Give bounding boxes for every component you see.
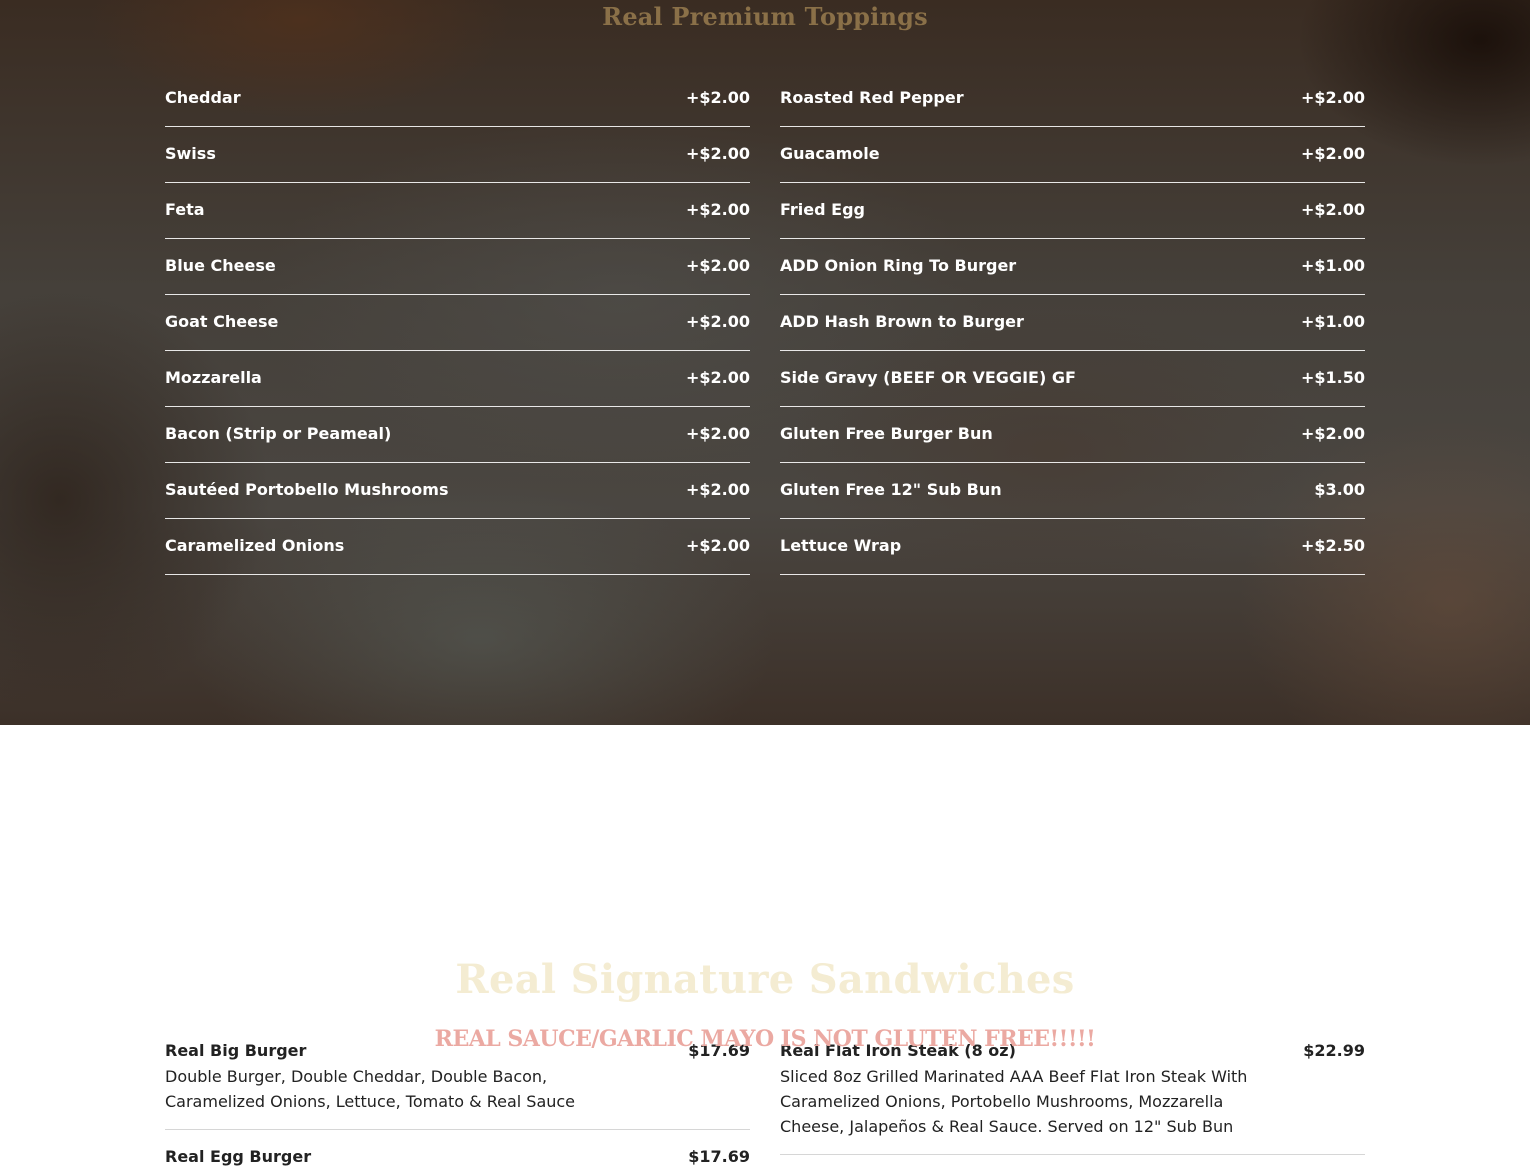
topping-row: Swiss +$2.00 (165, 127, 750, 183)
topping-row: Roasted Red Pepper +$2.00 (780, 71, 1365, 127)
sandwich-description: Double Burger, Double Cheddar, Double Ba… (165, 1067, 576, 1111)
topping-name: Feta (165, 200, 205, 219)
topping-row: Guacamole +$2.00 (780, 127, 1365, 183)
topping-name: Side Gravy (BEEF OR VEGGIE) GF (780, 368, 1076, 387)
topping-price: +$2.50 (1300, 536, 1365, 555)
topping-row: Bacon (Strip or Peameal) +$2.00 (165, 407, 750, 463)
topping-name: Bacon (Strip or Peameal) (165, 424, 392, 443)
topping-row: Gluten Free Burger Bun +$2.00 (780, 407, 1365, 463)
topping-row: Caramelized Onions +$2.00 (165, 519, 750, 575)
topping-name: ADD Hash Brown to Burger (780, 312, 1024, 331)
topping-row: Sautéed Portobello Mushrooms +$2.00 (165, 463, 750, 519)
toppings-title: Real Premium Toppings (602, 2, 928, 31)
topping-price: +$2.00 (685, 536, 750, 555)
topping-price: +$1.00 (1300, 312, 1365, 331)
toppings-list-left: Cheddar +$2.00 Swiss +$2.00 Feta +$2.00 Blue C… (165, 71, 750, 575)
topping-price: +$2.00 (1300, 144, 1365, 163)
topping-row: Goat Cheese +$2.00 (165, 295, 750, 351)
topping-price: +$2.00 (685, 200, 750, 219)
topping-row: Gluten Free 12" Sub Bun $3.00 (780, 463, 1365, 519)
sandwich-header: Real Egg Burger $17.69 (165, 1146, 750, 1168)
topping-name: Swiss (165, 144, 216, 163)
topping-row: Blue Cheese +$2.00 (165, 239, 750, 295)
sandwich-item: Real Flat Iron Steak (8 oz) $22.99 Sliced … (780, 1040, 1365, 1155)
topping-price: +$2.00 (685, 312, 750, 331)
topping-name: Gluten Free Burger Bun (780, 424, 993, 443)
topping-name: Roasted Red Pepper (780, 88, 964, 107)
topping-price: +$2.00 (685, 256, 750, 275)
topping-row: Lettuce Wrap +$2.50 (780, 519, 1365, 575)
topping-price: +$2.00 (685, 88, 750, 107)
topping-price: +$2.00 (1300, 200, 1365, 219)
sandwich-list-left: Real Big Burger $17.69 Double Burger, Doub… (165, 1040, 750, 1174)
topping-name: Goat Cheese (165, 312, 279, 331)
gluten-warning: REAL SAUCE/GARLIC MAYO IS NOT GLUTEN FRE… (434, 1026, 1096, 1052)
topping-price: +$2.00 (1300, 424, 1365, 443)
topping-row: Side Gravy (BEEF OR VEGGIE) GF +$1.50 (780, 351, 1365, 407)
topping-price: +$2.00 (685, 144, 750, 163)
topping-price: $3.00 (1314, 480, 1365, 499)
topping-price: +$1.50 (1300, 368, 1365, 387)
topping-name: Mozzarella (165, 368, 262, 387)
topping-price: +$2.00 (685, 424, 750, 443)
topping-name: Caramelized Onions (165, 536, 345, 555)
topping-name: Guacamole (780, 144, 880, 163)
topping-price: +$2.00 (1300, 88, 1365, 107)
topping-row: Mozzarella +$2.00 (165, 351, 750, 407)
topping-row: Cheddar +$2.00 (165, 71, 750, 127)
toppings-section: Real Premium Toppings Cheddar +$2.00 Swiss… (0, 0, 1530, 725)
toppings-list-right: Roasted Red Pepper +$2.00 Guacamole +$2.00 F… (780, 71, 1365, 575)
sandwiches-title: Real Signature Sandwiches (455, 956, 1075, 1003)
sandwich-item: Real Big Burger $17.69 Double Burger, Doub… (165, 1040, 750, 1130)
topping-name: Cheddar (165, 88, 241, 107)
sandwich-description: Sliced 8oz Grilled Marinated AAA Beef Fl… (780, 1067, 1248, 1136)
topping-name: Fried Egg (780, 200, 865, 219)
sandwich-item: Real Egg Burger $17.69 (165, 1146, 750, 1174)
topping-name: Blue Cheese (165, 256, 276, 275)
sandwich-list-right: Real Flat Iron Steak (8 oz) $22.99 Sliced … (780, 1040, 1365, 1171)
topping-row: ADD Hash Brown to Burger +$1.00 (780, 295, 1365, 351)
topping-row: Feta +$2.00 (165, 183, 750, 239)
topping-price: +$1.00 (1300, 256, 1365, 275)
sandwich-name: Real Egg Burger (165, 1147, 312, 1166)
topping-price: +$2.00 (685, 368, 750, 387)
topping-name: Sautéed Portobello Mushrooms (165, 480, 449, 499)
sandwich-price: $17.69 (688, 1147, 750, 1166)
topping-price: +$2.00 (685, 480, 750, 499)
topping-row: Fried Egg +$2.00 (780, 183, 1365, 239)
topping-name: ADD Onion Ring To Burger (780, 256, 1017, 275)
topping-name: Gluten Free 12" Sub Bun (780, 480, 1002, 499)
topping-row: ADD Onion Ring To Burger +$1.00 (780, 239, 1365, 295)
topping-name: Lettuce Wrap (780, 536, 902, 555)
